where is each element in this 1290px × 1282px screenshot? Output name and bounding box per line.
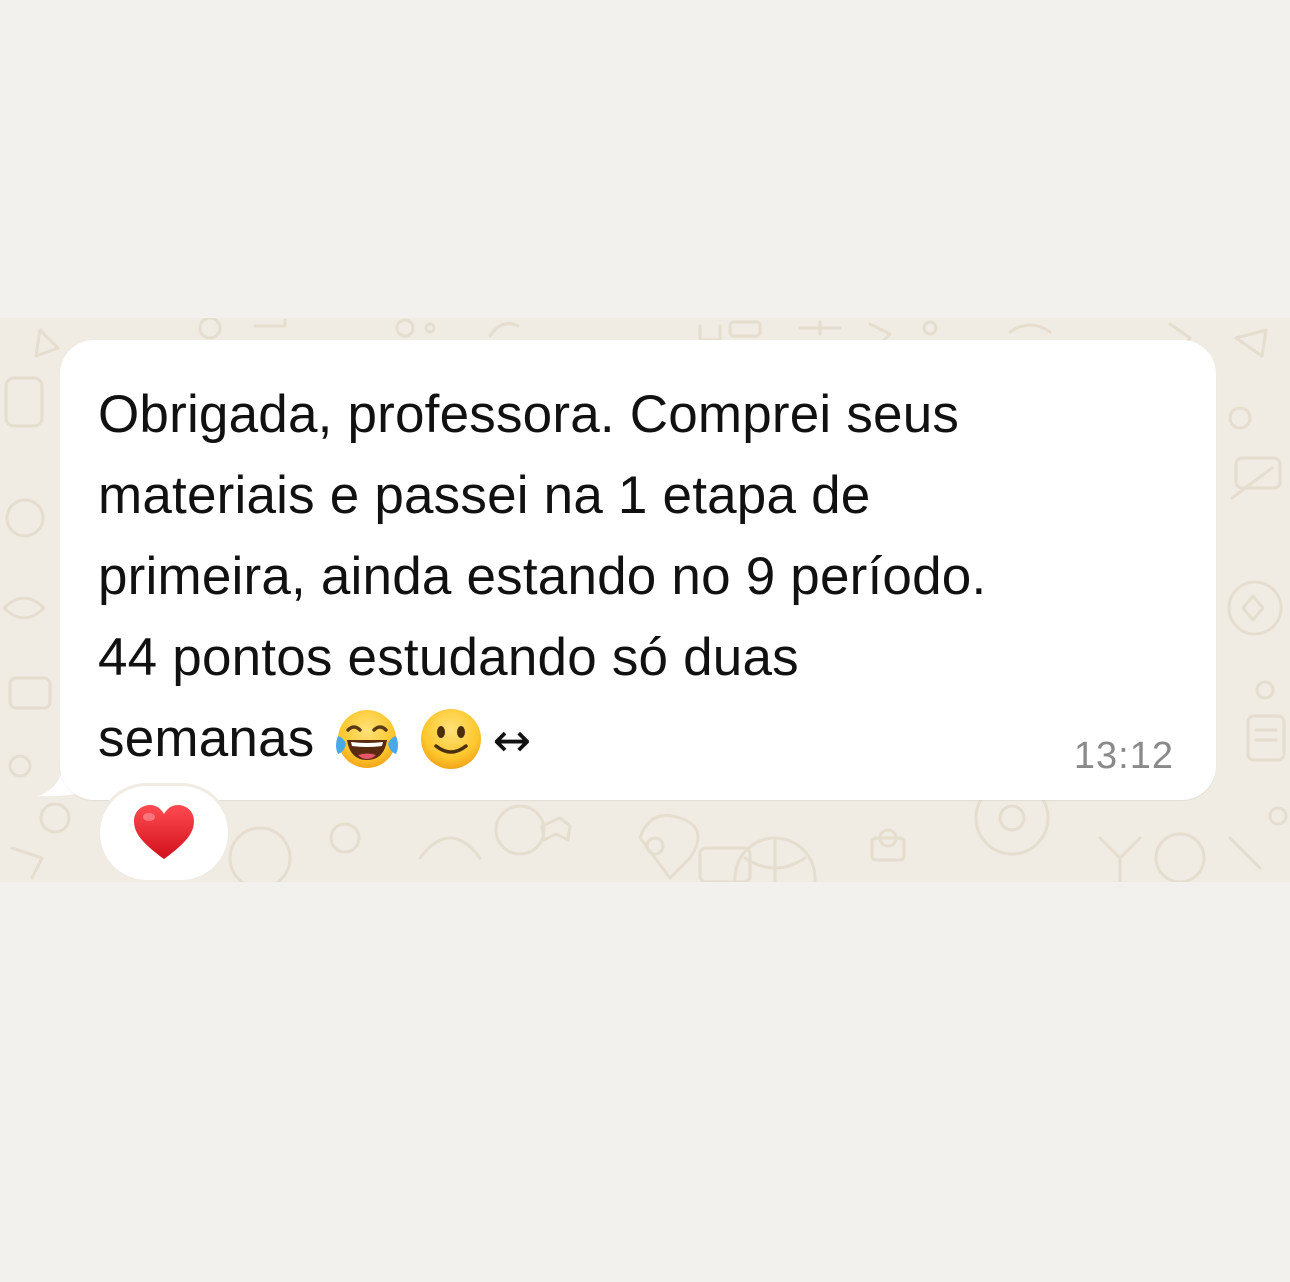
tears-of-joy-emoji-icon bbox=[334, 706, 400, 772]
message-timestamp: 13:12 bbox=[1073, 735, 1174, 777]
reaction-badge[interactable] bbox=[100, 786, 228, 880]
incoming-message-bubble[interactable]: Obrigada, professora. Comprei seus mater… bbox=[60, 340, 1216, 800]
message-text: Obrigada, professora. Comprei seus mater… bbox=[98, 374, 1188, 781]
chat-area: Obrigada, professora. Comprei seus mater… bbox=[0, 318, 1290, 882]
left-right-arrow-icon: ↔ bbox=[492, 713, 532, 767]
message-line: materiais e passei na 1 etapa de bbox=[98, 466, 871, 525]
message-line: Obrigada, professora. Comprei seus bbox=[98, 385, 960, 444]
message-line: 44 pontos estudando só duas bbox=[98, 628, 799, 687]
message-line-last: semanas ↔ bbox=[98, 698, 1188, 781]
message-line: primeira, ainda estando no 9 período. bbox=[98, 547, 987, 606]
red-heart-emoji-icon bbox=[134, 805, 194, 859]
message-last-word: semanas bbox=[98, 709, 315, 768]
slightly-smiling-emoji-icon bbox=[418, 706, 484, 772]
